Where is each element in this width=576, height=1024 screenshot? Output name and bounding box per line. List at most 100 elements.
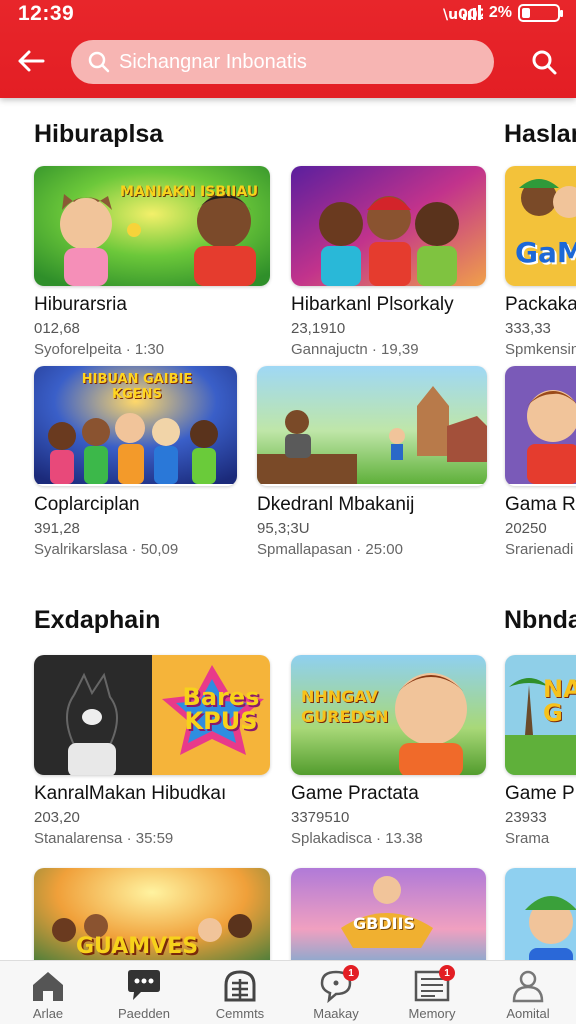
- game-count: 012,68: [34, 320, 80, 337]
- game-thumbnail[interactable]: [505, 868, 576, 960]
- game-thumbnail[interactable]: NA G: [505, 655, 576, 775]
- section-title: Exdaphain: [34, 606, 161, 634]
- game-meta: Spmallapasan · 25:00: [257, 541, 403, 558]
- game-count: 20250: [505, 520, 547, 537]
- status-time: 12:39: [18, 2, 75, 25]
- game-title: Game P: [505, 783, 575, 804]
- nav-item-home[interactable]: Arlae: [0, 961, 96, 1024]
- nav-label: Memory: [408, 1006, 456, 1021]
- search-button[interactable]: [526, 44, 562, 80]
- game-thumbnail[interactable]: [505, 366, 576, 486]
- game-thumbnail[interactable]: [257, 366, 487, 486]
- game-count: 23933: [505, 809, 547, 826]
- game-meta: Splakadisca · 13.38: [291, 830, 423, 847]
- game-title: Coplarciplan: [34, 494, 140, 515]
- back-button[interactable]: [14, 44, 48, 78]
- game-count: 203,20: [34, 809, 80, 826]
- game-meta: Srama: [505, 830, 550, 847]
- game-title: Dkedranl Mbakanij: [257, 494, 415, 515]
- thumbnail-art-text: MANIAKN ISBIIAU: [120, 184, 259, 200]
- message-icon-wrap: 1: [317, 965, 359, 1004]
- game-card[interactable]: GUAMVES: [34, 868, 274, 960]
- game-thumbnail[interactable]: GaM: [505, 166, 576, 286]
- game-meta: Spmkensin: [505, 341, 576, 358]
- game-card[interactable]: Hibarkanl Plsorkaly 23,1910 Gannajuctn ·…: [291, 166, 531, 358]
- game-count: 23,1910: [291, 320, 346, 337]
- nav-label: Maakay: [313, 1006, 359, 1021]
- section-title: Hiburaplsa: [34, 120, 164, 148]
- game-meta: Syalrikarslasa · 50,09: [34, 541, 179, 558]
- nav-label: Cemmts: [215, 1006, 265, 1021]
- status-bar: 12:39 \u0024 2%: [0, 0, 576, 28]
- thumbnail-art-text: NA G: [543, 675, 576, 727]
- top-app-bar: 12:39 \u0024 2%: [0, 0, 576, 98]
- game-card[interactable]: [505, 868, 576, 960]
- game-thumbnail[interactable]: NHNGAV GUREDSN: [291, 655, 486, 775]
- game-title: Game Practata: [291, 783, 419, 804]
- game-thumbnail[interactable]: HIBUAN GAIBIE KGENS: [34, 366, 237, 486]
- game-meta: Stanalarensa · 35:59: [34, 830, 174, 847]
- search-bar[interactable]: [71, 40, 494, 84]
- section-title-next: Nbnda: [504, 606, 576, 634]
- game-thumbnail[interactable]: GBDIIS: [291, 868, 486, 960]
- chat-icon: [128, 970, 160, 1000]
- game-card[interactable]: GBDIIS: [291, 868, 531, 960]
- game-meta: Syoforelpeita · 1:30: [34, 341, 165, 358]
- thumbnail-art-text: GBDIIS: [353, 914, 416, 933]
- game-thumbnail[interactable]: [291, 166, 486, 286]
- game-card[interactable]: GaM Packaka 333,33 Spmkensin: [505, 166, 576, 358]
- nav-item-messages[interactable]: 1 Maakay: [288, 961, 384, 1024]
- game-card[interactable]: HIBUAN GAIBIE KGENS Coplarciplan 391,28 …: [34, 366, 274, 558]
- thumbnail-art-text: GaM: [515, 236, 576, 269]
- list-icon-wrap: 1: [413, 965, 455, 1003]
- game-count: 333,33: [505, 320, 551, 337]
- search-icon: [532, 50, 557, 75]
- nav-item-comments[interactable]: Cemmts: [192, 961, 288, 1024]
- content-feed[interactable]: Hiburaplsa Haslan MANIAKN ISBIIAU Hibura…: [0, 98, 576, 960]
- game-thumbnail[interactable]: MANIAKN ISBIIAU: [34, 166, 270, 286]
- comments-icon: [224, 970, 256, 1002]
- nav-label: Arlae: [32, 1006, 64, 1021]
- notification-badge: 1: [343, 965, 359, 981]
- nav-item-memory[interactable]: 1 Memory: [384, 961, 480, 1024]
- battery-icon: [518, 4, 563, 22]
- game-title: Hibarkanl Plsorkaly: [291, 294, 454, 315]
- game-card[interactable]: MANIAKN ISBIIAU Hiburarsria 012,68 Syofo…: [34, 166, 274, 358]
- wifi-signal-icon: \u0024: [443, 5, 483, 21]
- game-card[interactable]: Bares KPUS KanralMakan Hibudkaı 203,20 S…: [34, 655, 274, 847]
- section-title-next: Haslan: [504, 120, 576, 148]
- status-right: \u0024 2%: [443, 4, 563, 22]
- game-count: 391,28: [34, 520, 80, 537]
- thumbnail-art-text: NHNGAV GUREDSN: [301, 687, 389, 726]
- game-title: KanralMakan Hibudkaı: [34, 783, 227, 804]
- game-card[interactable]: NA G Game P 23933 Srama: [505, 655, 576, 847]
- thumbnail-art-text: GUAMVES: [76, 934, 199, 959]
- nav-label: Aomital: [506, 1006, 550, 1021]
- game-title: Gama Ra: [505, 494, 576, 515]
- game-card[interactable]: Gama Ra 20250 Srarienadi: [505, 366, 576, 558]
- game-count: 95,3;3U: [257, 520, 310, 537]
- back-arrow-icon: [18, 50, 45, 72]
- game-thumbnail[interactable]: GUAMVES: [34, 868, 270, 960]
- game-title: Hiburarsria: [34, 294, 127, 315]
- game-title: Packaka: [505, 294, 576, 315]
- app-screen: 12:39 \u0024 2%: [0, 0, 576, 1024]
- thumbnail-art-text: Bares KPUS: [182, 683, 260, 735]
- battery-percent: 2%: [488, 4, 512, 21]
- nav-item-profile[interactable]: Aomital: [480, 961, 576, 1024]
- nav-item-chat[interactable]: Paedden: [96, 961, 192, 1024]
- game-count: 3379510: [291, 809, 350, 826]
- notification-badge: 1: [439, 965, 455, 981]
- game-meta: Srarienadi: [505, 541, 574, 558]
- game-card[interactable]: NHNGAV GUREDSN Game Practata 3379510 Spl…: [291, 655, 531, 847]
- game-thumbnail[interactable]: Bares KPUS: [34, 655, 270, 775]
- search-icon: [88, 51, 110, 73]
- nav-label: Paedden: [117, 1006, 171, 1021]
- bottom-navigation: Arlae Paedden Cemmts 1 Maakay 1 Memory A…: [0, 960, 576, 1024]
- profile-icon: [512, 970, 544, 1003]
- game-card[interactable]: Dkedranl Mbakanij 95,3;3U Spmallapasan ·…: [257, 366, 497, 558]
- search-input[interactable]: [119, 50, 479, 74]
- home-icon: [33, 972, 63, 1001]
- thumbnail-art-text: HIBUAN GAIBIE KGENS: [81, 372, 193, 402]
- game-meta: Gannajuctn · 19,39: [291, 341, 419, 358]
